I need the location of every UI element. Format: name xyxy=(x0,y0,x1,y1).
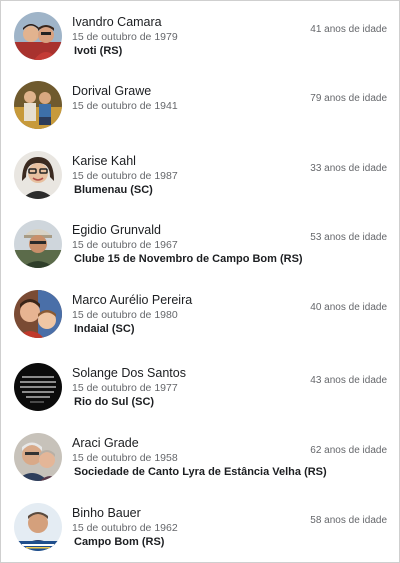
profile-photo-icon xyxy=(14,290,62,338)
avatar[interactable] xyxy=(14,363,62,411)
friend-location: Sociedade de Canto Lyra de Estância Velh… xyxy=(74,466,327,478)
birthday-row[interactable]: Solange Dos Santos 15 de outubro de 1977… xyxy=(1,363,399,423)
birthday-row[interactable]: Ivandro Camara 15 de outubro de 1979 Ivo… xyxy=(1,12,399,72)
friend-name[interactable]: Ivandro Camara xyxy=(72,15,162,29)
birthday-row[interactable]: Dorival Grawe 15 de outubro de 1941 79 a… xyxy=(1,81,399,141)
age-label: 43 anos de idade xyxy=(310,375,387,386)
avatar[interactable] xyxy=(14,151,62,199)
birth-date: 15 de outubro de 1977 xyxy=(72,382,178,394)
age-label: 58 anos de idade xyxy=(310,515,387,526)
friend-location: Clube 15 de Novembro de Campo Bom (RS) xyxy=(74,253,303,265)
birth-date: 15 de outubro de 1962 xyxy=(72,522,178,534)
friend-name[interactable]: Karise Kahl xyxy=(72,154,136,168)
age-label: 79 anos de idade xyxy=(310,93,387,104)
avatar[interactable] xyxy=(14,12,62,60)
friend-location: Rio do Sul (SC) xyxy=(74,396,155,408)
avatar[interactable] xyxy=(14,220,62,268)
friend-name[interactable]: Binho Bauer xyxy=(72,506,141,520)
avatar[interactable] xyxy=(14,503,62,551)
birth-date: 15 de outubro de 1980 xyxy=(72,309,178,321)
birth-date: 15 de outubro de 1987 xyxy=(72,170,178,182)
friend-name[interactable]: Dorival Grawe xyxy=(72,84,151,98)
birth-date: 15 de outubro de 1941 xyxy=(72,100,178,112)
birthday-row[interactable]: Binho Bauer 15 de outubro de 1962 Campo … xyxy=(1,503,399,563)
birthday-row[interactable]: Karise Kahl 15 de outubro de 1987 Blumen… xyxy=(1,151,399,211)
birth-date: 15 de outubro de 1979 xyxy=(72,31,178,43)
profile-photo-icon xyxy=(14,12,62,60)
birth-date: 15 de outubro de 1967 xyxy=(72,239,178,251)
profile-photo-icon xyxy=(14,503,62,551)
friend-location: Blumenau (SC) xyxy=(74,184,153,196)
avatar[interactable] xyxy=(14,81,62,129)
friend-name[interactable]: Araci Grade xyxy=(72,436,139,450)
friend-name[interactable]: Marco Aurélio Pereira xyxy=(72,293,192,307)
profile-photo-icon xyxy=(14,363,62,411)
age-label: 53 anos de idade xyxy=(310,232,387,243)
age-label: 62 anos de idade xyxy=(310,445,387,456)
profile-photo-icon xyxy=(14,81,62,129)
age-label: 41 anos de idade xyxy=(310,24,387,35)
friend-location: Ivoti (RS) xyxy=(74,45,123,57)
birthday-row[interactable]: Araci Grade 15 de outubro de 1958 Socied… xyxy=(1,433,399,493)
birthday-list: Ivandro Camara 15 de outubro de 1979 Ivo… xyxy=(0,0,400,563)
birth-date: 15 de outubro de 1958 xyxy=(72,452,178,464)
friend-location: Campo Bom (RS) xyxy=(74,536,165,548)
avatar[interactable] xyxy=(14,290,62,338)
age-label: 33 anos de idade xyxy=(310,163,387,174)
friend-location: Indaial (SC) xyxy=(74,323,135,335)
profile-photo-icon xyxy=(14,220,62,268)
age-label: 40 anos de idade xyxy=(310,302,387,313)
friend-name[interactable]: Solange Dos Santos xyxy=(72,366,186,380)
birthday-row[interactable]: Egidio Grunvald 15 de outubro de 1967 Cl… xyxy=(1,220,399,280)
birthday-row[interactable]: Marco Aurélio Pereira 15 de outubro de 1… xyxy=(1,290,399,350)
profile-photo-icon xyxy=(14,151,62,199)
avatar[interactable] xyxy=(14,433,62,481)
profile-photo-icon xyxy=(14,433,62,481)
friend-name[interactable]: Egidio Grunvald xyxy=(72,223,161,237)
